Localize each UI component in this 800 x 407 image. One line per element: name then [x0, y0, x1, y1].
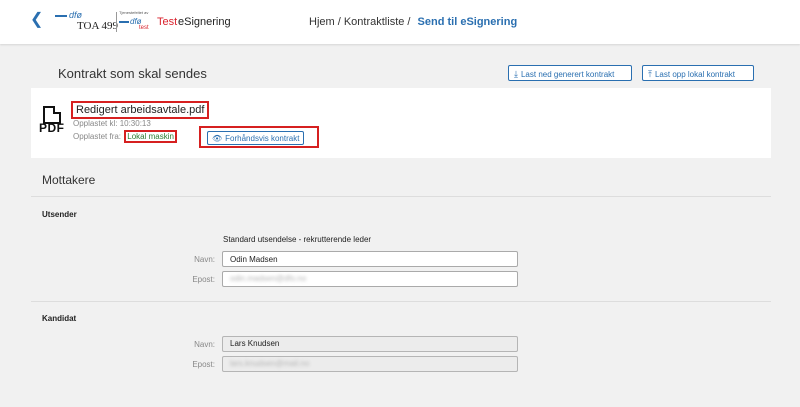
sender-email-label: Epost:	[192, 275, 215, 284]
logo2-test: test	[139, 25, 149, 31]
top-header: ❮ dfø TOA 499 Tjenestefeltet av dfø test…	[0, 0, 800, 44]
sender-divider	[31, 301, 771, 302]
logo-title: TOA 499	[77, 20, 119, 32]
file-name: Redigert arbeidsavtale.pdf	[71, 101, 210, 119]
pdf-icon-text: PDF	[39, 121, 65, 135]
recipients-title: Mottakere	[42, 173, 96, 187]
env-label: Test	[157, 16, 178, 28]
download-icon: ⤓	[514, 69, 518, 79]
sender-name-field[interactable]	[222, 251, 518, 267]
sender-email-field[interactable]: odin.madsen@dfo.no	[222, 271, 518, 287]
dfo-test-logo: Tjenestefeltet av dfø test	[119, 10, 153, 34]
preview-contract-button[interactable]: 👁 Forhåndsvis kontrakt	[207, 131, 305, 145]
logo-divider	[116, 12, 117, 32]
uploaded-from: Opplastet fra: Lokal maskin	[73, 130, 177, 143]
contract-title: Kontrakt som skal sendes	[58, 66, 207, 81]
sender-section-label: Utsender	[42, 210, 77, 219]
candidate-name-label: Navn:	[194, 340, 215, 349]
candidate-email-label: Epost:	[192, 360, 215, 369]
candidate-email-value: lars.knudsen@mail.no	[230, 359, 310, 368]
uploaded-from-label: Opplastet fra:	[73, 132, 122, 141]
candidate-name-value: Lars Knudsen	[230, 339, 280, 348]
upload-contract-button[interactable]: ⤒ Last opp lokal kontrakt	[642, 65, 754, 81]
breadcrumb-current: Send til eSignering	[417, 16, 518, 28]
sender-subtitle: Standard utsendelse - rekrutterende lede…	[223, 235, 372, 244]
toa-logo: dfø TOA 499	[55, 10, 119, 34]
contract-header: Kontrakt som skal sendes ⤓ Last ned gener…	[40, 54, 760, 86]
uploaded-file-card: PDF Redigert arbeidsavtale.pdf Opplastet…	[31, 88, 771, 158]
app-name: eSignering	[178, 16, 231, 28]
preview-highlight: 👁 Forhåndsvis kontrakt	[199, 126, 319, 148]
sender-name-label: Navn:	[194, 255, 215, 264]
dfo-logo-mark: dfø	[55, 10, 82, 20]
candidate-section-label: Kandidat	[42, 314, 77, 323]
candidate-name-field: Lars Knudsen	[222, 336, 518, 352]
logo2-tagline: Tjenestefeltet av	[119, 10, 149, 15]
upload-icon: ⤒	[648, 69, 652, 79]
pdf-file-icon: PDF	[39, 106, 65, 136]
download-contract-button[interactable]: ⤓ Last ned generert kontrakt	[508, 65, 632, 81]
sender-email-value: odin.madsen@dfo.no	[230, 274, 307, 283]
preview-label: Forhåndsvis kontrakt	[225, 134, 300, 143]
uploaded-time: Opplastet kl: 10:30:13	[73, 119, 151, 128]
back-chevron-icon[interactable]: ❮	[30, 12, 46, 28]
eye-icon: 👁	[212, 134, 223, 143]
download-label: Last ned generert kontrakt	[520, 70, 615, 79]
breadcrumb: Hjem / Kontraktliste / Send til eSigneri…	[309, 16, 517, 28]
breadcrumb-path[interactable]: Hjem / Kontraktliste /	[309, 16, 410, 28]
recipients-divider	[31, 196, 771, 197]
uploaded-from-value: Lokal maskin	[124, 130, 177, 143]
upload-label: Last opp lokal kontrakt	[654, 70, 736, 79]
candidate-email-field: lars.knudsen@mail.no	[222, 356, 518, 372]
